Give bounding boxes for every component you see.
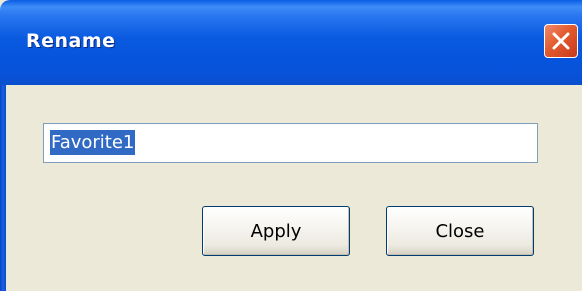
title-bar[interactable]: Rename (0, 0, 582, 85)
title-close-button[interactable] (544, 24, 578, 58)
apply-button[interactable]: Apply (202, 206, 350, 256)
rename-dialog: Rename Favorite1 Apply Close (0, 0, 582, 291)
close-icon (552, 32, 570, 50)
name-input-value: Favorite1 (50, 130, 136, 155)
dialog-title: Rename (26, 30, 116, 52)
name-input[interactable]: Favorite1 (43, 123, 538, 163)
close-button[interactable]: Close (386, 206, 534, 256)
dialog-body (6, 85, 582, 291)
